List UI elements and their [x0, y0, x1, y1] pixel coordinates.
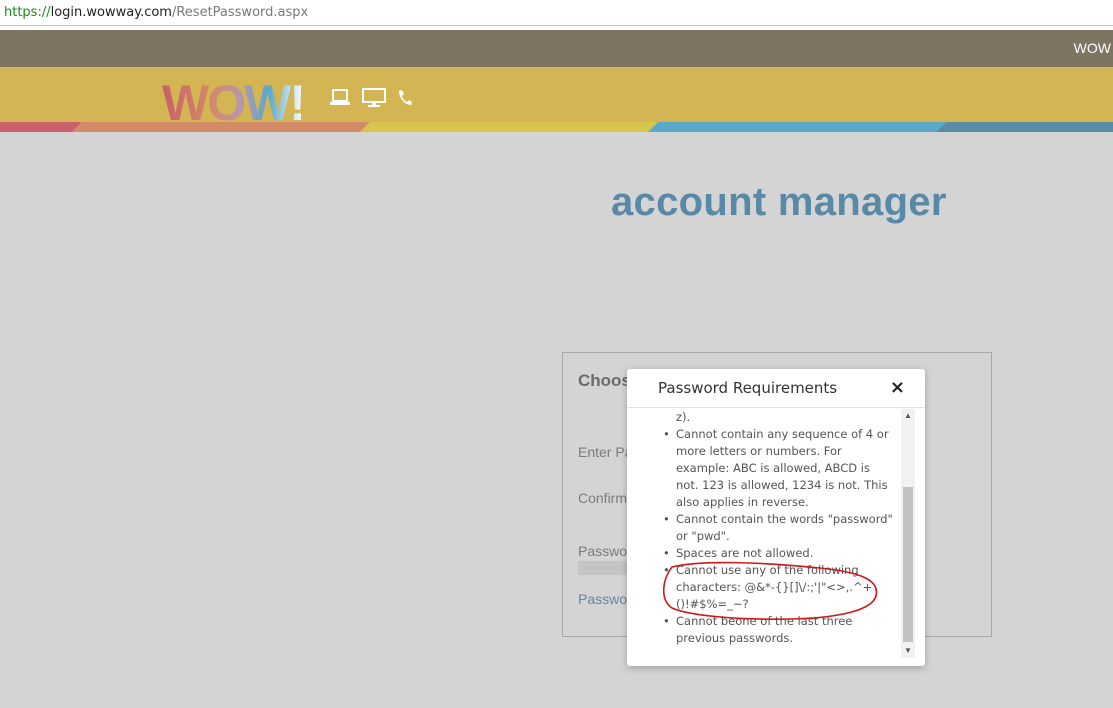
url-host: login.wowway.com: [50, 5, 172, 20]
enter-password-label: Enter Pa: [578, 444, 633, 460]
requirement-item: Cannot contain the words "password" or "…: [663, 511, 894, 545]
address-bar[interactable]: https://login.wowway.com/ResetPassword.a…: [0, 0, 1113, 26]
close-icon[interactable]: ×: [890, 378, 905, 398]
color-stripe: [0, 122, 1113, 132]
requirements-list: z). Cannot contain any sequence of 4 or m…: [627, 409, 894, 647]
password-requirements-modal: Password Requirements × z). Cannot contai…: [627, 369, 925, 666]
requirement-item: z).: [676, 410, 691, 424]
monitor-icon: [362, 88, 386, 107]
page-title: account manager: [611, 180, 947, 224]
confirm-password-label: Confirm: [578, 490, 628, 506]
modal-scrollbar[interactable]: ▲ ▼: [901, 409, 915, 658]
wow-logo[interactable]: WOW!: [162, 76, 317, 124]
logo-text: WOW!: [162, 76, 304, 124]
url-scheme: https://: [4, 5, 51, 20]
url-path: /ResetPassword.aspx: [171, 5, 309, 20]
modal-body: z). Cannot contain any sequence of 4 or m…: [627, 409, 901, 658]
top-nav: WOW: [0, 30, 1113, 67]
requirement-item: Cannot use any of the following characte…: [663, 562, 894, 613]
requirement-item: Cannot beone of the last three previous …: [663, 613, 894, 647]
password-requirements-link[interactable]: Passwo: [578, 591, 627, 607]
card-title: Choos: [578, 371, 631, 390]
modal-header: Password Requirements ×: [627, 369, 925, 408]
topnav-link-wow[interactable]: WOW: [1074, 30, 1113, 67]
scroll-down-arrow-icon[interactable]: ▼: [901, 644, 915, 658]
password-strength-label: Passwo: [578, 543, 628, 559]
laptop-icon: [330, 89, 350, 105]
scroll-up-arrow-icon[interactable]: ▲: [901, 409, 915, 423]
requirement-item: Cannot contain any sequence of 4 or more…: [663, 426, 894, 511]
phone-icon: [399, 90, 412, 105]
modal-title: Password Requirements: [658, 379, 838, 397]
requirement-item: Spaces are not allowed.: [663, 545, 894, 562]
scroll-thumb[interactable]: [903, 487, 913, 642]
